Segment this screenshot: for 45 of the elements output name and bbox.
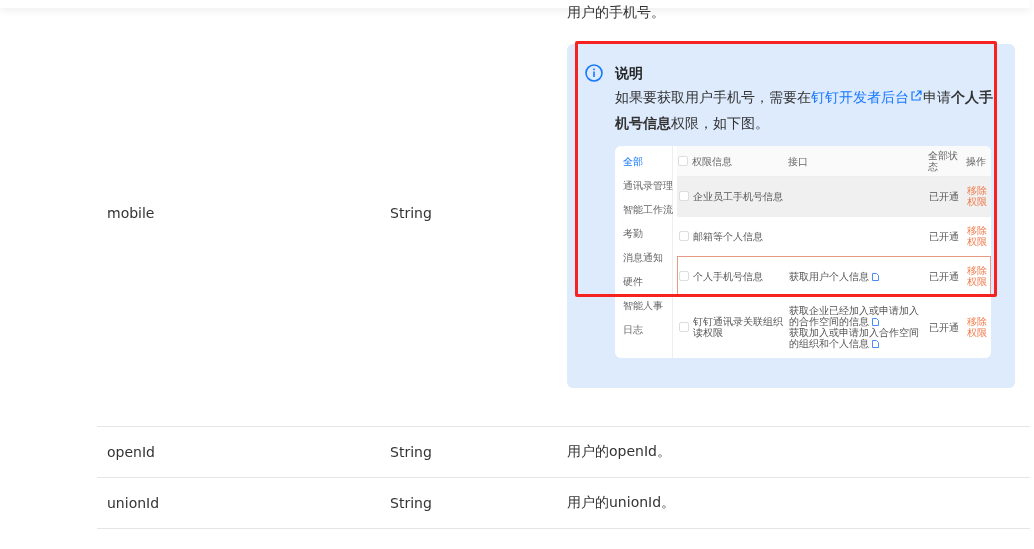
- api-link[interactable]: 获取用户个人信息: [789, 270, 879, 282]
- table-cell-text: 已开通: [928, 269, 960, 284]
- api-link[interactable]: 获取企业已经加入或申请加入的合作空间的信息: [789, 305, 927, 327]
- column-header: 全部状态: [927, 149, 959, 174]
- console-link[interactable]: 钉钉开发者后台: [811, 89, 923, 105]
- document-icon: [872, 272, 879, 281]
- field-name: openId: [106, 444, 156, 460]
- column-header: 操作: [965, 154, 987, 169]
- category-item[interactable]: 全部: [623, 150, 672, 174]
- field-description: 用户的openId。: [567, 443, 672, 461]
- category-item[interactable]: 日志: [623, 318, 672, 342]
- table-cell-text: 已开通: [928, 320, 960, 335]
- column-header: 接口: [787, 154, 809, 169]
- table-cell-text: 已开通: [928, 189, 960, 204]
- table-cell-text: 个人手机号信息: [692, 269, 764, 284]
- field-type: String: [389, 205, 433, 221]
- category-item[interactable]: 智能工作流: [623, 198, 672, 222]
- document-icon: [872, 340, 879, 348]
- category-item[interactable]: 硬件: [623, 270, 672, 294]
- external-link-icon: [910, 90, 922, 102]
- api-link[interactable]: 获取加入或申请加入合作空间的组织和个人信息: [789, 327, 927, 349]
- table-cell-text: 钉钉通讯录关联组织读权限: [692, 315, 784, 340]
- note-title: 说明: [615, 64, 644, 83]
- info-icon: [585, 64, 603, 82]
- field-type: String: [389, 495, 433, 511]
- field-type: String: [389, 444, 433, 460]
- table-cell-text: 已开通: [928, 229, 960, 244]
- table-cell-text: 邮箱等个人信息: [692, 229, 764, 244]
- category-item[interactable]: 智能人事: [623, 294, 672, 318]
- category-item[interactable]: 消息通知: [623, 246, 672, 270]
- category-item[interactable]: 通讯录管理: [623, 174, 672, 198]
- field-description: 用户的手机号。: [567, 4, 666, 22]
- document-icon: [872, 318, 879, 326]
- checkbox[interactable]: [679, 271, 689, 281]
- field-name: unionId: [106, 495, 161, 511]
- note-text: 如果要获取用户手机号，需要在钉钉开发者后台 申请个人手机号信息权限，如下图。: [615, 88, 994, 133]
- checkbox[interactable]: [678, 156, 688, 166]
- table-cell-text: 企业员工手机号信息: [692, 189, 784, 204]
- field-name: mobile: [106, 205, 156, 221]
- checkbox[interactable]: [679, 231, 689, 241]
- checkbox[interactable]: [679, 191, 689, 201]
- field-description: 用户的unionId。: [567, 494, 677, 512]
- column-header: 权限信息: [691, 154, 733, 169]
- category-item[interactable]: 考勤: [623, 222, 672, 246]
- checkbox[interactable]: [679, 322, 689, 332]
